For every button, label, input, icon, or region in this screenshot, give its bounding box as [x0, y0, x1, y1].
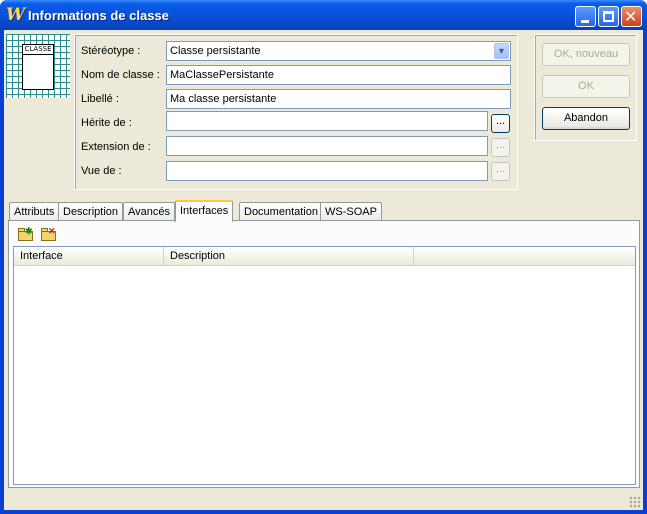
resize-grip-icon[interactable]	[629, 496, 641, 508]
view-of-label: Vue de :	[81, 165, 122, 177]
view-of-input[interactable]	[166, 161, 488, 181]
chevron-down-icon[interactable]: ▼	[494, 43, 509, 59]
minimize-icon	[581, 20, 589, 23]
cancel-button[interactable]: Abandon	[542, 107, 630, 130]
stereotype-label: Stéréotype :	[81, 45, 141, 57]
class-box: CLASSE	[22, 44, 54, 90]
inherits-input[interactable]	[166, 111, 488, 131]
interfaces-table[interactable]: Interface Description	[13, 246, 636, 485]
column-header-description[interactable]: Description	[164, 247, 414, 266]
action-buttons: OK, nouveau OK Abandon	[534, 34, 637, 141]
new-badge: ✱	[25, 226, 33, 236]
inherits-browse-button[interactable]: ...	[491, 114, 510, 133]
extension-input[interactable]	[166, 136, 488, 156]
caption-value: Ma classe persistante	[170, 93, 277, 105]
close-button[interactable]: ✕	[621, 6, 642, 27]
dialog-window: W Informations de classe ✕ CLASSE Stéréo…	[0, 0, 647, 514]
delete-folder-icon[interactable]: ✕	[40, 227, 58, 241]
title-bar[interactable]: W Informations de classe ✕	[0, 0, 647, 30]
tab-attributs[interactable]: Attributs	[9, 202, 60, 221]
delete-badge: ✕	[48, 226, 56, 236]
window-title: Informations de classe	[28, 8, 169, 23]
new-folder-icon[interactable]: ✱	[17, 227, 35, 241]
close-icon: ✕	[624, 7, 638, 26]
extension-browse-button[interactable]: ...	[491, 138, 510, 157]
tab-documentation[interactable]: Documentation	[239, 202, 323, 221]
class-name-value: MaClassePersistante	[170, 69, 274, 81]
inherits-label: Hérite de :	[81, 117, 132, 129]
extension-label: Extension de :	[81, 141, 151, 153]
interfaces-tab-page: ✱ ✕ Interface Description	[8, 220, 640, 488]
minimize-button[interactable]	[575, 6, 596, 27]
caption-label: Libellé :	[81, 93, 119, 105]
class-name-input[interactable]: MaClassePersistante	[166, 65, 511, 85]
tab-avances[interactable]: Avancés	[123, 202, 175, 221]
caption-input[interactable]: Ma classe persistante	[166, 89, 511, 109]
dialog-body: CLASSE Stéréotype : Classe persistante ▼…	[4, 30, 643, 510]
stereotype-select[interactable]: Classe persistante ▼	[166, 41, 511, 61]
class-name-label: Nom de classe :	[81, 69, 160, 81]
stereotype-value: Classe persistante	[170, 45, 261, 57]
ok-new-button[interactable]: OK, nouveau	[542, 43, 630, 66]
status-bar	[4, 488, 643, 510]
maximize-button[interactable]	[598, 6, 619, 27]
class-box-label: CLASSE	[23, 45, 53, 55]
table-header: Interface Description	[14, 247, 635, 266]
class-form: Stéréotype : Classe persistante ▼ Nom de…	[74, 34, 518, 190]
tab-ws-soap[interactable]: WS-SOAP	[320, 202, 382, 221]
app-icon: W	[6, 5, 26, 25]
view-of-browse-button[interactable]: ...	[491, 162, 510, 181]
tab-description[interactable]: Description	[58, 202, 124, 221]
tab-interfaces[interactable]: Interfaces	[175, 200, 234, 222]
class-diagram-icon: CLASSE	[6, 34, 70, 98]
column-header-interface[interactable]: Interface	[14, 247, 164, 266]
ok-button[interactable]: OK	[542, 75, 630, 98]
maximize-icon	[603, 11, 614, 22]
